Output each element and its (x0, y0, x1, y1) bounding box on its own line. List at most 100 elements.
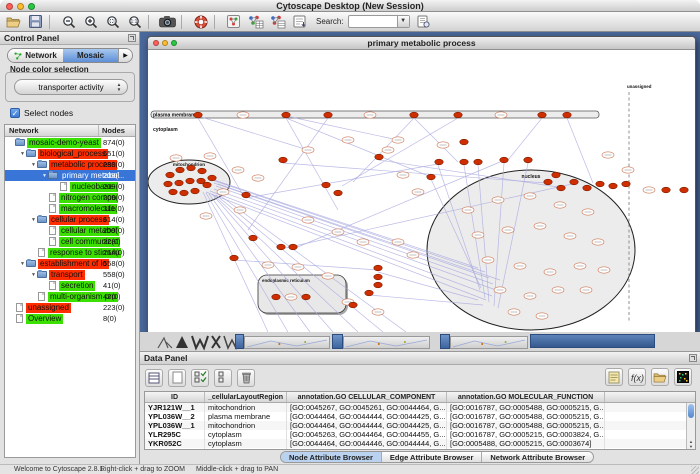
background-window-fragment[interactable] (235, 334, 244, 349)
gene-node[interactable] (460, 159, 468, 165)
table-cell[interactable]: [GO:0016787, GO:0005488, GO:0005215, G..… (447, 448, 605, 450)
gene-node[interactable] (242, 192, 250, 198)
gene-node[interactable] (175, 180, 183, 186)
attribute-matrix-button[interactable] (674, 368, 692, 386)
table-cell[interactable]: [GO:0045263, GO:0044464, GO:0044455, G..… (287, 430, 447, 439)
select-attributes-button[interactable] (191, 369, 209, 387)
gene-node[interactable] (374, 274, 382, 280)
gene-node[interactable] (349, 302, 357, 308)
table-cell[interactable]: YLR295C (145, 430, 205, 439)
attribute-table-button[interactable] (145, 369, 163, 387)
import-attributes-button[interactable] (269, 13, 286, 30)
search-config-button[interactable] (415, 13, 432, 30)
search-dropdown-button[interactable]: ▼ (397, 16, 409, 27)
table-column-header[interactable]: annotation.GO CELLULAR_COMPONENT (287, 392, 447, 402)
background-window-fragment[interactable] (530, 334, 655, 348)
gene-node[interactable] (609, 183, 617, 189)
scrollbar-thumb[interactable] (688, 404, 694, 418)
table-cell[interactable]: cytoplasm (205, 439, 287, 448)
gene-node[interactable] (169, 189, 177, 195)
table-cell[interactable]: [GO:0044464, GO:0044444, GO:0044425, G..… (287, 421, 447, 430)
tree-row[interactable]: response to stimulu264(0) (5, 247, 135, 258)
select-nodes-checkbox[interactable]: ✓ (10, 108, 20, 118)
gene-node[interactable] (474, 159, 482, 165)
gene-node[interactable] (322, 182, 330, 188)
tree-row[interactable]: ▼establishment of lo558(0) (5, 258, 135, 269)
table-cell[interactable]: plasma membrane (205, 412, 287, 421)
tree-row[interactable]: secretion41(0) (5, 280, 135, 291)
tree-row[interactable]: mosaic-demo-yeast874(0) (5, 137, 135, 148)
import-attribute-file-button[interactable] (651, 368, 669, 386)
gene-node[interactable] (194, 112, 202, 118)
attribute-browser-tab[interactable]: Edge Attribute Browser (382, 452, 482, 462)
tree-row[interactable]: nitrogen compo209(0) (5, 192, 135, 203)
table-row[interactable]: YJR121W__1mitochondrion[GO:0045267, GO:0… (145, 403, 695, 412)
gene-node[interactable] (583, 185, 591, 191)
gene-node[interactable] (460, 139, 468, 145)
network-edge[interactable] (209, 194, 310, 332)
gene-node[interactable] (334, 190, 342, 196)
expand-arrow-icon[interactable]: ▼ (41, 173, 48, 179)
scrollbar-arrows-icon[interactable]: ▲▼ (687, 439, 695, 449)
gene-node[interactable] (427, 174, 435, 180)
gene-node[interactable] (289, 244, 297, 250)
window-titlebar[interactable]: Cytoscape Desktop (New Session) (0, 0, 700, 12)
tree-row[interactable]: Overview8(0) (5, 313, 135, 324)
tree-row[interactable]: multi-organism pro42(0) (5, 291, 135, 302)
gene-node[interactable] (570, 179, 578, 185)
tree-row[interactable]: macromolecule311(0) (5, 203, 135, 214)
float-panel-icon[interactable] (128, 34, 136, 42)
background-windows-strip[interactable] (140, 332, 700, 351)
gene-node[interactable] (279, 157, 287, 163)
expand-arrow-icon[interactable]: ▼ (30, 217, 37, 223)
table-cell[interactable]: [GO:0044464, GO:0044446, GO:0044444, G..… (287, 439, 447, 448)
gene-node[interactable] (277, 244, 285, 250)
table-row[interactable]: YLR295Ccytoplasm[GO:0045263, GO:0044464,… (145, 430, 695, 439)
gene-node[interactable] (596, 181, 604, 187)
table-cell[interactable]: mitochondrion (205, 448, 287, 450)
search-input[interactable]: ▼ (348, 15, 410, 28)
table-cell[interactable]: YPL036W__2 (145, 412, 205, 421)
tree-row[interactable]: cellular metabol209(0) (5, 225, 135, 236)
zoom-in-button[interactable] (82, 13, 99, 30)
gene-node[interactable] (230, 255, 238, 261)
network-view-titlebar[interactable]: primary metabolic process (148, 37, 695, 50)
resize-grip-icon[interactable] (691, 466, 699, 474)
table-cell[interactable]: [GO:0045267, GO:0045261, GO:0044464, G..… (287, 403, 447, 412)
gene-node[interactable] (166, 172, 174, 178)
gene-node[interactable] (282, 112, 290, 118)
gene-node[interactable] (374, 282, 382, 288)
tab-network[interactable]: Network (8, 49, 63, 62)
network-edge[interactable] (206, 193, 288, 332)
gene-node[interactable] (302, 294, 310, 300)
tree-row[interactable]: ▼transport558(0) (5, 269, 135, 280)
table-column-header[interactable]: _cellularLayoutRegion (205, 392, 287, 402)
gene-node[interactable] (186, 178, 194, 184)
table-row[interactable]: YPL036W__2plasma membrane[GO:0044464, GO… (145, 412, 695, 421)
network-edge[interactable] (286, 116, 398, 140)
table-cell[interactable]: [GO:0016787, GO:0005488, GO:0005215, G..… (447, 421, 605, 430)
new-attribute-button[interactable] (168, 369, 186, 387)
gene-node[interactable] (374, 265, 382, 271)
gene-node[interactable] (557, 185, 565, 191)
zoom-selected-region-button[interactable] (104, 13, 121, 30)
expand-arrow-icon[interactable]: ▼ (30, 162, 37, 168)
background-window-fragment[interactable] (440, 334, 450, 349)
tab-overflow-button[interactable]: ▶ (118, 49, 132, 62)
gene-node[interactable] (544, 179, 552, 185)
gene-node[interactable] (622, 181, 630, 187)
gene-node[interactable] (180, 190, 188, 196)
network-edge[interactable] (198, 116, 308, 150)
table-cell[interactable]: YDR039C__1 (145, 448, 205, 450)
network-edge[interactable] (508, 118, 542, 160)
network-graph[interactable]: plasma membranecytoplasmnucleusmitochond… (148, 50, 695, 332)
import-table-button[interactable] (291, 13, 308, 30)
tree-row[interactable]: nucleobase-209(0) (5, 181, 135, 192)
background-window-fragment[interactable] (450, 336, 528, 349)
table-scrollbar[interactable]: ▲▼ (686, 403, 695, 449)
gene-node[interactable] (365, 290, 373, 296)
tree-row[interactable]: ▼metabolic process280(0) (5, 159, 135, 170)
open-session-button[interactable] (5, 13, 22, 30)
attribute-browser-tab[interactable]: Network Attribute Browser (482, 452, 593, 462)
help-button[interactable] (192, 13, 209, 30)
